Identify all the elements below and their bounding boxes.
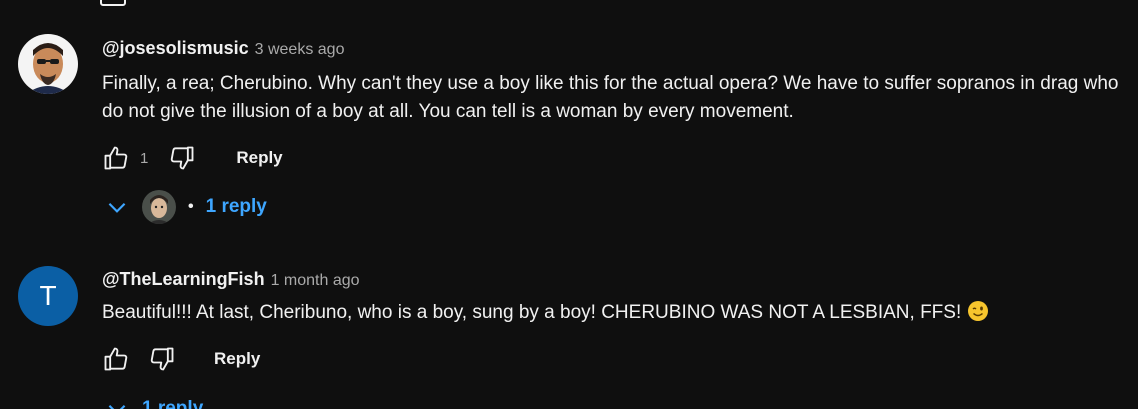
comment-header: @josesolismusic 3 weeks ago [102, 38, 344, 59]
author-handle[interactable]: @TheLearningFish [102, 269, 265, 290]
author-handle[interactable]: @josesolismusic [102, 38, 249, 59]
replies-count-label[interactable]: 1 reply [142, 398, 203, 409]
thumbs-down-icon [150, 347, 174, 371]
avatar-letter: T [39, 280, 57, 311]
previous-comment-actions [100, 0, 126, 6]
thumbs-up-icon [104, 146, 128, 170]
comment-actions: 1 Reply [100, 142, 291, 174]
comment-text: Finally, a rea; Cherubino. Why can't the… [102, 73, 1119, 122]
comment-text-container: Beautiful!!! At last, Cheribuno, who is … [102, 299, 1122, 327]
dislike-button[interactable] [166, 142, 198, 174]
comments-section: @josesolismusic 3 weeks ago Finally, a r… [0, 0, 1138, 409]
user-photo-avatar-icon [18, 34, 78, 94]
like-icon[interactable] [100, 0, 126, 6]
comment-actions: Reply [100, 343, 268, 375]
chevron-down-icon [108, 404, 126, 409]
avatar [142, 190, 176, 224]
replies-count-label[interactable]: 1 reply [206, 196, 267, 218]
winking-face-emoji-icon [968, 301, 989, 321]
chevron-down-icon [108, 202, 126, 213]
avatar[interactable]: T [18, 266, 78, 326]
timestamp[interactable]: 1 month ago [271, 272, 360, 290]
like-button[interactable] [100, 142, 132, 174]
replies-toggle[interactable]: • 1 reply [104, 190, 267, 224]
thumbs-down-icon [171, 146, 194, 170]
like-count: 1 [140, 149, 149, 167]
thumbs-up-icon [104, 347, 128, 371]
timestamp[interactable]: 3 weeks ago [255, 41, 345, 59]
comment-text: Beautiful!!! At last, Cheribuno, who is … [102, 302, 962, 323]
avatar[interactable] [18, 34, 78, 94]
reply-button[interactable]: Reply [228, 144, 290, 172]
like-button[interactable] [100, 343, 132, 375]
reply-button[interactable]: Reply [206, 345, 268, 373]
separator-dot: • [188, 198, 194, 215]
replier-photo-avatar-icon [142, 190, 176, 224]
dislike-button[interactable] [146, 343, 178, 375]
comment-header: @TheLearningFish 1 month ago [102, 269, 360, 290]
replies-toggle[interactable]: 1 reply [104, 396, 203, 409]
